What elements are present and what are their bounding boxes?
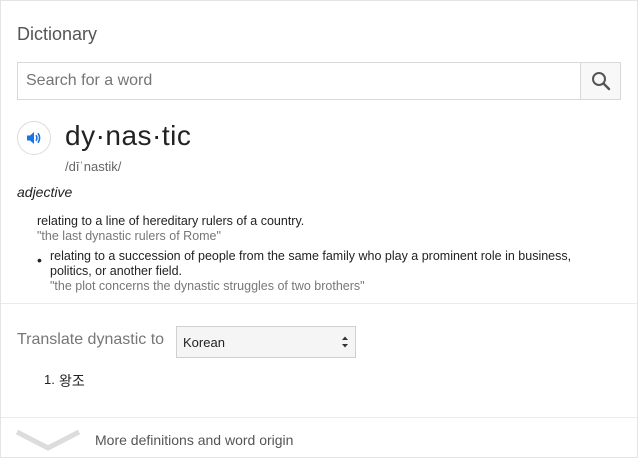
search-box — [17, 62, 621, 100]
definition-2: relating to a succession of people from … — [50, 249, 572, 278]
dictionary-card: Dictionary dy·nas·tic /dīˈnastik/ adject… — [0, 0, 638, 458]
translation-result: 왕조 — [59, 374, 85, 390]
phonetic: /dīˈnastik/ — [65, 159, 122, 174]
select-arrows-icon — [342, 336, 348, 348]
translation-number: 1. — [44, 372, 55, 387]
chevron-down-icon[interactable] — [15, 426, 81, 452]
example-1: "the last dynastic rulers of Rome" — [37, 229, 221, 243]
search-button[interactable] — [580, 63, 620, 99]
pronounce-button[interactable] — [17, 121, 51, 155]
example-2: "the plot concerns the dynastic struggle… — [50, 279, 365, 293]
part-of-speech: adjective — [17, 184, 73, 200]
more-definitions-link[interactable]: More definitions and word origin — [95, 432, 293, 448]
card-title: Dictionary — [17, 24, 98, 44]
search-icon — [591, 72, 610, 91]
language-select-value: Korean — [183, 335, 225, 350]
headword: dy·nas·tic — [65, 120, 192, 151]
search-input[interactable] — [18, 63, 582, 99]
divider — [1, 303, 637, 304]
definition-bullet: • — [37, 252, 42, 268]
divider — [1, 417, 637, 418]
speaker-icon — [27, 132, 41, 144]
translate-label: Translate dynastic to — [17, 331, 165, 348]
definition-1: relating to a line of hereditary rulers … — [37, 214, 305, 228]
language-select[interactable]: Korean — [176, 326, 356, 358]
